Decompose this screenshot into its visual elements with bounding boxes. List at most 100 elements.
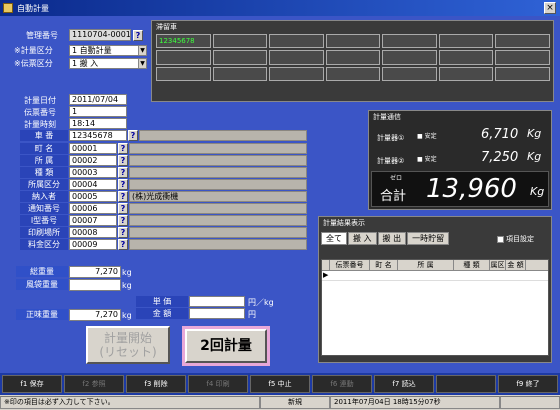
code-field[interactable]: 00006	[69, 203, 117, 214]
code-name	[129, 179, 307, 190]
net-field[interactable]: 7,270	[69, 309, 121, 321]
queue-cell[interactable]	[495, 50, 550, 65]
function-key-button[interactable]: f2 参照	[64, 375, 124, 393]
function-key-button[interactable]: f3 削除	[126, 375, 186, 393]
column-header[interactable]: 種 類	[454, 260, 490, 270]
column-header[interactable]: 町 名	[370, 260, 398, 270]
queue-cell[interactable]: 12345678	[156, 34, 211, 49]
zero-label: ゼロ	[390, 175, 403, 182]
queue-cell[interactable]	[438, 50, 494, 65]
code-field[interactable]: 00002	[69, 155, 117, 166]
queue-cell[interactable]	[382, 34, 437, 49]
code-field[interactable]: 00003	[69, 167, 117, 178]
status-message: ※印の項目は必ず入力して下さい。	[0, 396, 260, 409]
code-field[interactable]: 00001	[69, 143, 117, 154]
lookup-button[interactable]: ?	[118, 239, 128, 250]
checkbox-icon[interactable]	[497, 235, 504, 243]
time-field[interactable]: 18:14	[69, 118, 127, 129]
result-panel-title: 計量結果表示	[323, 219, 365, 227]
code-field[interactable]: 00007	[69, 215, 117, 226]
queue-cell[interactable]	[212, 50, 268, 65]
table-row[interactable]: ▶	[322, 271, 548, 281]
start-weighing-button[interactable]: 計量開始 (リセット)	[86, 326, 170, 364]
scale2-label: 計量器②	[377, 157, 405, 165]
function-key-button[interactable]: f1 保存	[2, 375, 62, 393]
queue-cell[interactable]	[269, 34, 324, 49]
keiryo-kubun-select[interactable]: 1 自動計量 ▼	[69, 45, 147, 56]
status-extra	[500, 396, 560, 409]
amount-field[interactable]	[189, 308, 245, 319]
queue-cell[interactable]	[269, 66, 324, 81]
tab-result[interactable]: 一時貯留	[407, 232, 450, 245]
code-name	[129, 167, 307, 178]
function-key-button[interactable]: f5 中止	[250, 375, 310, 393]
queue-cell[interactable]	[382, 66, 437, 81]
title-bar: 自動計量	[0, 0, 560, 16]
sharyo-lookup-button[interactable]: ?	[128, 130, 138, 141]
denpyo-field[interactable]: 1	[69, 106, 127, 117]
column-header[interactable]: 所 属	[398, 260, 454, 270]
date-field[interactable]: 2011/07/04	[69, 94, 127, 105]
column-header[interactable]: 金 額	[506, 260, 526, 270]
scale2-unit: Kg	[527, 150, 542, 163]
lookup-button[interactable]: ?	[118, 155, 128, 166]
queue-cell[interactable]	[382, 50, 437, 65]
kanri-lookup-button[interactable]: ?	[133, 30, 143, 41]
lookup-button[interactable]: ?	[118, 143, 128, 154]
function-key-button[interactable]	[436, 375, 496, 393]
code-name	[129, 203, 307, 214]
queue-cell[interactable]	[325, 50, 381, 65]
kanri-field[interactable]: 1110704-0001	[69, 29, 131, 41]
code-field[interactable]: 00005	[69, 191, 117, 202]
tab-result[interactable]: 搬 出	[377, 232, 407, 245]
amount-unit: 円	[248, 310, 256, 319]
grand-total-label: 合計	[380, 189, 407, 204]
second-weighing-button[interactable]: 2回計量	[185, 329, 267, 363]
lookup-button[interactable]: ?	[118, 167, 128, 178]
function-key-button[interactable]: f6 連動	[312, 375, 372, 393]
lookup-button[interactable]: ?	[118, 179, 128, 190]
price-field[interactable]	[189, 296, 245, 307]
code-row-label: 料金区分	[20, 239, 68, 250]
code-field[interactable]: 00004	[69, 179, 117, 190]
function-key-button[interactable]: f9 終了	[498, 375, 558, 393]
queue-cell[interactable]	[212, 34, 268, 49]
code-row-label: 通知番号	[20, 203, 68, 214]
code-name: (株)光成衝機	[129, 191, 307, 202]
lookup-button[interactable]: ?	[118, 227, 128, 238]
queue-cell[interactable]	[495, 66, 550, 81]
column-header[interactable]: 伝票番号	[330, 260, 370, 270]
column-header[interactable]: 属区	[490, 260, 506, 270]
total-field[interactable]: 7,270	[69, 266, 121, 278]
function-key-button[interactable]: f7 読込	[374, 375, 434, 393]
queue-cell[interactable]	[438, 34, 494, 49]
lookup-button[interactable]: ?	[118, 203, 128, 214]
queue-cell[interactable]	[325, 66, 381, 81]
sharyo-name	[139, 130, 307, 141]
code-field[interactable]: 00009	[69, 239, 117, 250]
lookup-button[interactable]: ?	[118, 191, 128, 202]
function-key-button[interactable]: f4 印刷	[188, 375, 248, 393]
tare-unit: kg	[122, 281, 132, 290]
queue-cell[interactable]	[156, 50, 211, 65]
tare-field[interactable]	[69, 279, 121, 291]
queue-cell[interactable]	[212, 66, 268, 81]
total-unit: kg	[122, 268, 132, 277]
close-button[interactable]: ×	[544, 2, 556, 14]
code-field[interactable]: 00008	[69, 227, 117, 238]
queue-cell[interactable]	[269, 50, 324, 65]
result-table-header: 伝票番号町 名所 属種 類属区金 額	[322, 260, 548, 271]
sharyo-field[interactable]: 12345678	[69, 130, 127, 141]
queue-cell[interactable]	[156, 66, 211, 81]
queue-cell[interactable]	[325, 34, 381, 49]
denpyo-label: 伝票番号	[24, 108, 56, 117]
item-settings-toggle[interactable]: 項目設定	[497, 234, 534, 244]
lookup-button[interactable]: ?	[118, 215, 128, 226]
queue-cell[interactable]	[495, 34, 550, 49]
sharyo-label: 車 番	[20, 130, 68, 141]
result-panel: 計量結果表示 全て搬 入搬 出一時貯留 項目設定 伝票番号町 名所 属種 類属区…	[318, 216, 552, 363]
tab-result[interactable]: 全て	[321, 232, 347, 245]
queue-cell[interactable]	[438, 66, 494, 81]
denpyo-kubun-select[interactable]: 1 搬 入 ▼	[69, 58, 147, 69]
tab-result[interactable]: 搬 入	[348, 232, 377, 245]
